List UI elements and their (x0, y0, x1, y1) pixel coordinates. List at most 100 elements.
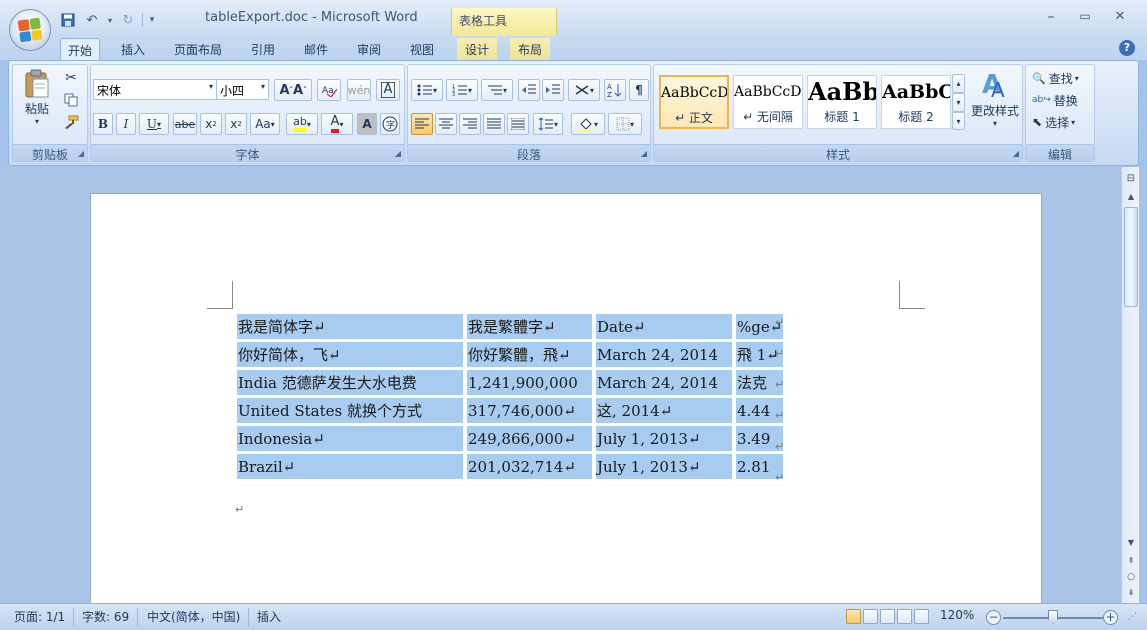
cut-icon[interactable]: ✂ (61, 69, 81, 87)
table-cell[interactable]: 你好简体，飞↵ (237, 342, 463, 367)
style-heading-1[interactable]: AaBb 标题 1 (807, 75, 877, 129)
table-cell[interactable]: 我是繁體字↵ (467, 314, 592, 339)
tab-page-layout[interactable]: 页面布局 (168, 38, 228, 60)
paste-button[interactable]: 粘贴 ▾ (17, 69, 57, 131)
table-cell[interactable]: 317,746,000↵ (467, 398, 592, 423)
table-cell[interactable]: July 1, 2013↵ (596, 454, 732, 479)
scroll-down-icon[interactable]: ▼ (1123, 535, 1139, 551)
decrease-indent-icon[interactable] (518, 79, 540, 101)
change-case-button[interactable]: Aa ▾ (250, 113, 280, 135)
styles-more-icon[interactable]: ▾ (952, 112, 965, 130)
character-shading-button[interactable]: A (357, 113, 377, 135)
font-size-combo[interactable]: 小四 ▾ (216, 79, 269, 100)
zoom-slider-thumb[interactable] (1048, 610, 1058, 624)
select-browse-object-icon[interactable]: ○ (1123, 569, 1139, 585)
table-cell[interactable]: 你好繁體，飛↵ (467, 342, 592, 367)
word-count[interactable]: 字数: 69 (74, 608, 139, 626)
tab-review[interactable]: 审阅 (350, 38, 388, 60)
table-cell[interactable]: India 范德萨发生大水电费 (237, 370, 463, 395)
resize-grip-icon[interactable]: ⋰ (1128, 612, 1137, 622)
undo-icon[interactable]: ↶ (82, 11, 102, 29)
replace-button[interactable]: ab↪ 替换 (1031, 89, 1093, 111)
table-cell[interactable]: Indonesia↵ (237, 426, 463, 451)
zoom-out-button[interactable]: − (986, 610, 1001, 625)
table-cell[interactable]: March 24, 2014 (596, 342, 732, 367)
distributed-align-icon[interactable] (507, 113, 529, 135)
font-color-button[interactable]: A ▾ (321, 113, 353, 135)
style-no-spacing[interactable]: AaBbCcDc ↵ 无间隔 (733, 75, 803, 129)
table-cell[interactable]: Brazil↵ (237, 454, 463, 479)
shading-button[interactable]: ▾ (571, 113, 605, 135)
page-count[interactable]: 页面: 1/1 (6, 608, 75, 626)
tab-mailings[interactable]: 邮件 (297, 38, 335, 60)
tab-insert[interactable]: 插入 (114, 38, 152, 60)
tab-table-design[interactable]: 设计 (457, 38, 497, 60)
full-screen-reading-view-icon[interactable] (863, 609, 878, 624)
next-page-icon[interactable]: ⇟ (1123, 585, 1139, 601)
insert-mode[interactable]: 插入 (249, 608, 289, 626)
font-launcher-icon[interactable]: ◢ (395, 149, 401, 158)
grow-shrink-font-buttons[interactable]: A ˄ A ˅ (274, 79, 312, 101)
table-cell[interactable]: July 1, 2013↵ (596, 426, 732, 451)
show-hide-marks-icon[interactable]: ¶ (629, 79, 649, 101)
select-button[interactable]: ⬉ 选择 ▾ (1031, 111, 1093, 133)
zoom-in-button[interactable]: + (1103, 610, 1118, 625)
clipboard-launcher-icon[interactable]: ◢ (78, 149, 84, 158)
underline-button[interactable]: U ▾ (139, 113, 169, 135)
document-table[interactable]: 我是简体字↵ 我是繁體字↵ Date↵ %ge↵ 你好简体，飞↵ 你好繁體，飛↵… (233, 311, 787, 482)
customize-qat-icon[interactable]: ▾ (147, 11, 157, 29)
web-layout-view-icon[interactable] (880, 609, 895, 624)
highlight-color-button[interactable]: ab ▾ (286, 113, 318, 135)
format-painter-icon[interactable] (61, 113, 81, 131)
align-right-icon[interactable] (459, 113, 481, 135)
redo-icon[interactable]: ↻ (118, 11, 138, 29)
outline-view-icon[interactable] (897, 609, 912, 624)
help-icon[interactable]: ? (1119, 40, 1135, 56)
style-heading-2[interactable]: AaBbC 标题 2 (881, 75, 951, 129)
vertical-scrollbar[interactable]: ⊟ ▲ ▼ ⇞ ○ ⇟ (1121, 167, 1139, 603)
print-layout-view-icon[interactable] (846, 609, 861, 624)
justify-icon[interactable] (483, 113, 505, 135)
table-cell[interactable]: United States 就换个方式 (237, 398, 463, 423)
borders-button[interactable]: ▾ (608, 113, 642, 135)
tab-table-layout[interactable]: 布局 (510, 38, 550, 60)
copy-icon[interactable] (61, 91, 81, 109)
bold-button[interactable]: B (93, 113, 113, 135)
previous-page-icon[interactable]: ⇞ (1123, 553, 1139, 569)
character-border-icon[interactable]: A (376, 79, 400, 101)
subscript-button[interactable]: x2 (200, 113, 222, 135)
close-button[interactable]: ✕ (1110, 9, 1130, 24)
styles-scroll-up-icon[interactable]: ▴ (952, 74, 965, 93)
style-normal[interactable]: AaBbCcDc ↵ 正文 (659, 75, 729, 129)
table-cell[interactable]: 我是简体字↵ (237, 314, 463, 339)
tab-view[interactable]: 视图 (403, 38, 441, 60)
italic-button[interactable]: I (116, 113, 136, 135)
align-center-icon[interactable] (435, 113, 457, 135)
ruler-toggle-icon[interactable]: ⊟ (1123, 171, 1139, 187)
tab-home[interactable]: 开始 (60, 38, 100, 60)
scroll-up-icon[interactable]: ▲ (1123, 189, 1139, 205)
table-cell[interactable]: 1,241,900,000 (467, 370, 592, 395)
bullets-button[interactable]: ▾ (411, 79, 443, 101)
save-icon[interactable] (58, 11, 78, 29)
paste-dropdown-icon[interactable]: ▾ (17, 117, 57, 126)
chinese-layout-button[interactable]: ▾ (568, 79, 600, 101)
tab-references[interactable]: 引用 (244, 38, 282, 60)
font-name-combo[interactable]: 宋体 ▾ (93, 79, 217, 100)
numbering-button[interactable]: 1 2 3 ▾ (446, 79, 478, 101)
table-cell[interactable]: 201,032,714↵ (467, 454, 592, 479)
change-styles-button[interactable]: AA 更改样式 ▾ (968, 69, 1022, 137)
table-cell[interactable]: March 24, 2014 (596, 370, 732, 395)
table-cell[interactable]: 这, 2014↵ (596, 398, 732, 423)
enclose-characters-icon[interactable]: 字 (380, 113, 400, 135)
table-cell[interactable]: Date↵ (596, 314, 732, 339)
sort-icon[interactable]: AZ (604, 79, 626, 101)
line-spacing-button[interactable]: ▾ (533, 113, 563, 135)
draft-view-icon[interactable] (914, 609, 929, 624)
strikethrough-button[interactable]: abe (173, 113, 197, 135)
undo-dropdown-icon[interactable]: ▾ (106, 11, 114, 29)
minimize-button[interactable]: – (1041, 9, 1061, 25)
table-cell[interactable]: 249,866,000↵ (467, 426, 592, 451)
language-indicator[interactable]: 中文(简体，中国) (139, 608, 250, 626)
phonetic-guide-icon[interactable]: wén (347, 79, 371, 101)
